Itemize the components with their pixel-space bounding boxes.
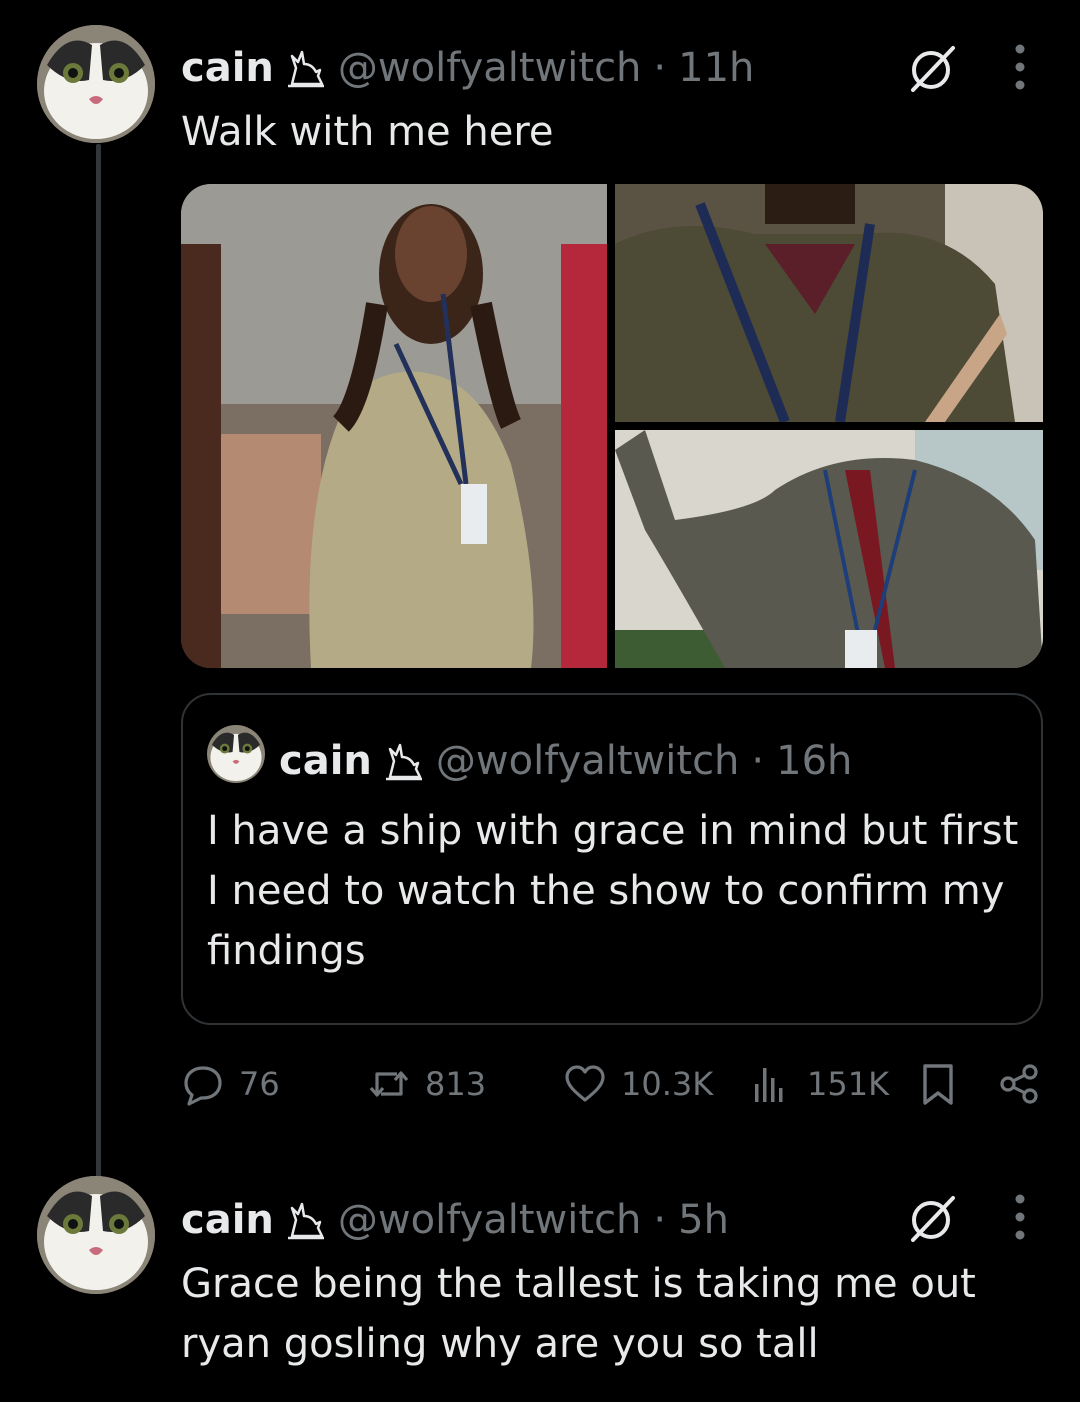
separator-dot: · bbox=[751, 738, 765, 784]
photo-placeholder bbox=[181, 184, 607, 668]
cat-avatar-image bbox=[207, 725, 265, 783]
quote-avatar[interactable] bbox=[207, 725, 265, 783]
tweet-text-line: ryan gosling why are you so tall bbox=[181, 1321, 819, 1367]
tweet-header: cain @wolfyaltwitch · 5h bbox=[181, 1190, 729, 1250]
speech-bubble-icon bbox=[184, 1066, 222, 1106]
media-grid bbox=[181, 184, 1043, 668]
bookmark-button[interactable] bbox=[916, 1058, 960, 1110]
quote-text-line: I need to watch the show to confirm my bbox=[207, 868, 1005, 914]
vertical-dots-icon[interactable] bbox=[1011, 42, 1029, 92]
like-button[interactable]: 10.3K bbox=[563, 1058, 713, 1110]
quote-timestamp: 16h bbox=[776, 738, 853, 784]
tweet-text-line: Grace being the tallest is taking me out bbox=[181, 1261, 976, 1307]
tweet-text: Grace being the tallest is taking me out… bbox=[181, 1254, 976, 1374]
media-photo-suit-lanyard[interactable] bbox=[615, 430, 1043, 668]
cat-avatar-image bbox=[37, 1176, 155, 1294]
timestamp[interactable]: 11h bbox=[678, 45, 754, 91]
avatar[interactable] bbox=[37, 1176, 155, 1294]
cat-silhouette-icon bbox=[385, 743, 422, 781]
tweet-header: cain @wolfyaltwitch · 11h bbox=[181, 38, 754, 98]
bookmark-icon bbox=[923, 1064, 953, 1105]
share-button[interactable] bbox=[997, 1058, 1041, 1110]
quote-header: cain @wolfyaltwitch · 16h bbox=[279, 731, 852, 791]
cat-avatar-image bbox=[37, 25, 155, 143]
tweet-text: Walk with me here bbox=[181, 109, 554, 155]
timestamp[interactable]: 5h bbox=[678, 1197, 729, 1243]
quote-text-line: findings bbox=[207, 928, 366, 974]
reply-count: 76 bbox=[239, 1065, 280, 1103]
cat-silhouette-icon bbox=[287, 1202, 324, 1240]
repost-count: 813 bbox=[425, 1065, 487, 1103]
reply-button[interactable]: 76 bbox=[181, 1058, 280, 1110]
like-count: 10.3K bbox=[621, 1065, 714, 1103]
display-name[interactable]: cain bbox=[181, 45, 274, 91]
quoted-tweet[interactable]: cain @wolfyaltwitch · 16h I have a ship … bbox=[181, 693, 1043, 1025]
bar-chart-icon bbox=[755, 1068, 783, 1102]
thread-connector-line bbox=[96, 144, 101, 1180]
photo-placeholder bbox=[615, 184, 1043, 422]
repost-button[interactable]: 813 bbox=[367, 1058, 486, 1110]
avatar[interactable] bbox=[37, 25, 155, 143]
heart-icon bbox=[565, 1065, 605, 1102]
quote-display-name: cain bbox=[279, 738, 372, 784]
views-count: 151K bbox=[807, 1065, 890, 1103]
views-button[interactable]: 151K bbox=[749, 1058, 889, 1110]
media-photo-woman-lanyard[interactable] bbox=[181, 184, 607, 668]
action-bar: 76 813 10.3K 151K bbox=[181, 1058, 1043, 1110]
handle[interactable]: @wolfyaltwitch bbox=[338, 45, 642, 91]
quote-text: I have a ship with grace in mind but fir… bbox=[207, 801, 1027, 981]
quote-text-line: I have a ship with grace in mind but fir… bbox=[207, 808, 1019, 854]
separator-dot: · bbox=[653, 1197, 667, 1243]
share-nodes-icon bbox=[1000, 1064, 1038, 1104]
repost-arrows-icon bbox=[369, 1071, 409, 1097]
photo-placeholder bbox=[615, 430, 1043, 668]
handle[interactable]: @wolfyaltwitch bbox=[338, 1197, 642, 1243]
quote-handle: @wolfyaltwitch bbox=[435, 738, 740, 784]
media-photo-sweater-lanyard[interactable] bbox=[615, 184, 1043, 422]
slashed-circle-icon[interactable] bbox=[905, 1190, 961, 1246]
display-name[interactable]: cain bbox=[181, 1197, 274, 1243]
cat-silhouette-icon bbox=[287, 50, 324, 88]
separator-dot: · bbox=[653, 45, 667, 91]
slashed-circle-icon[interactable] bbox=[905, 40, 961, 96]
vertical-dots-icon[interactable] bbox=[1011, 1192, 1029, 1242]
